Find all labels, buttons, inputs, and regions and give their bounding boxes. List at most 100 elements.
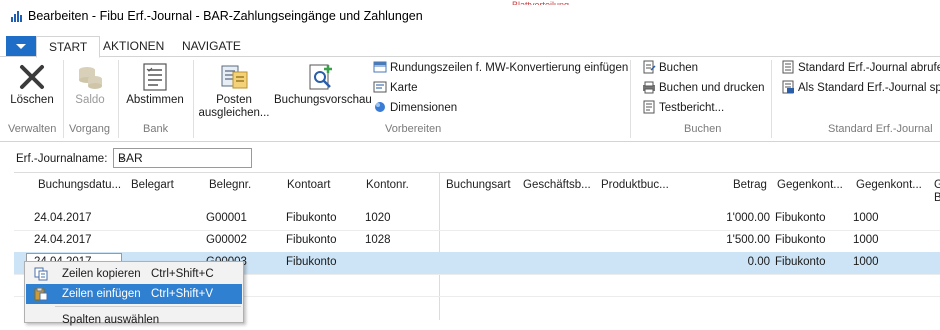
cell-kontonr[interactable]: 1020: [365, 212, 391, 224]
cell-gegenkontoart[interactable]: Fibukonto: [775, 234, 826, 246]
cell-belegnr[interactable]: G00001: [206, 212, 247, 224]
column-header-buchungsart[interactable]: Buchungsart: [446, 179, 511, 191]
tab-navigate[interactable]: NAVIGATE: [170, 36, 253, 56]
menu-item-spalten-auswaehlen[interactable]: Spalten auswählen: [26, 310, 242, 330]
buchen-und-drucken-button[interactable]: Buchen und drucken: [642, 79, 765, 97]
menu-item-label: Zeilen einfügen: [62, 288, 141, 300]
delete-x-icon: [20, 65, 44, 89]
app-icon: [10, 9, 24, 23]
column-header-belegnr[interactable]: Belegnr.: [209, 179, 251, 191]
menu-separator: [55, 306, 241, 307]
standard-journal-abrufen-button[interactable]: Standard Erf.-Journal abrufen: [781, 59, 940, 77]
column-header-geschaeftsbuchungsgruppe[interactable]: Geschäftsb...: [523, 179, 591, 191]
column-header-belegart[interactable]: Belegart: [131, 179, 174, 191]
reconcile-icon: [143, 63, 167, 91]
buchen-button[interactable]: Buchen: [642, 59, 698, 77]
abstimmen-button[interactable]: Abstimmen: [122, 62, 188, 107]
saldo-label: Saldo: [75, 94, 105, 106]
cell-betrag[interactable]: 1'000.00: [704, 212, 770, 224]
delete-label: Löschen: [10, 94, 54, 106]
dimensionen-label: Dimensionen: [390, 102, 458, 114]
als-standard-speichern-label: Als Standard Erf.-Journal speichern: [798, 82, 940, 94]
karte-label: Karte: [390, 82, 418, 94]
saldo-button[interactable]: Saldo: [66, 62, 114, 107]
buchungsvorschau-button[interactable]: Buchungsvorschau: [274, 62, 372, 107]
delete-button[interactable]: Löschen: [6, 62, 58, 107]
column-header-gegenkontoart[interactable]: Gegenkont...: [777, 179, 843, 191]
column-header-produktbuchungsgruppe[interactable]: Produktbuc...: [601, 179, 669, 191]
table-row[interactable]: 24.04.2017 G00002 Fibukonto 1028 1'500.0…: [14, 230, 940, 252]
karte-button[interactable]: Karte: [373, 79, 418, 97]
menu-item-shortcut: Ctrl+Shift+V: [151, 288, 213, 300]
title-bar: Bearbeiten - Fibu Erf.-Journal - BAR-Zah…: [0, 0, 940, 36]
group-separator: [118, 60, 119, 138]
post-icon: [643, 60, 656, 74]
group-label-vorbereiten: Vorbereiten: [385, 123, 442, 135]
rundungszeilen-einfuegen-button[interactable]: Rundungszeilen f. MW-Konvertierung einfü…: [373, 59, 628, 77]
column-header-kontoart[interactable]: Kontoart: [287, 179, 330, 191]
cell-betrag[interactable]: 1'500.00: [704, 234, 770, 246]
group-separator: [771, 60, 772, 138]
cell-gegenkontoart[interactable]: Fibukonto: [775, 212, 826, 224]
menu-item-zeilen-kopieren[interactable]: Zeilen kopieren Ctrl+Shift+C: [26, 264, 242, 284]
menu-item-label: Zeilen kopieren: [62, 268, 141, 280]
column-header-truncated[interactable]: G: [934, 179, 940, 191]
cell-gegenkontonr[interactable]: 1000: [853, 212, 879, 224]
column-header-kontonr[interactable]: Kontonr.: [366, 179, 409, 191]
cell-kontoart[interactable]: Fibukonto: [286, 212, 337, 224]
cell-belegnr[interactable]: G00002: [206, 234, 247, 246]
group-label-buchen: Buchen: [684, 123, 722, 135]
table-row[interactable]: 24.04.2017 G00001 Fibukonto 1020 1'000.0…: [14, 208, 940, 230]
menu-item-label: Spalten auswählen: [62, 314, 160, 326]
cell-buchungsdatum[interactable]: 24.04.2017: [34, 234, 92, 246]
group-separator: [193, 60, 194, 138]
context-menu: Zeilen kopieren Ctrl+Shift+C Zeilen einf…: [24, 261, 244, 326]
tab-aktionen[interactable]: AKTIONEN: [91, 36, 176, 56]
group-separator: [630, 60, 631, 138]
file-menu-button[interactable]: [6, 36, 36, 58]
background-tab-hint: Blattverteilung: [512, 0, 570, 5]
testbericht-button[interactable]: Testbericht...: [642, 99, 724, 117]
cell-kontoart[interactable]: Fibukonto: [286, 256, 337, 268]
cell-kontonr[interactable]: 1028: [365, 234, 391, 246]
group-separator: [63, 60, 64, 138]
coins-icon: [79, 67, 102, 89]
cell-betrag[interactable]: 0.00: [704, 256, 770, 268]
paste-rows-icon: [34, 287, 48, 301]
copy-rows-icon: [34, 267, 48, 281]
cell-gegenkontonr[interactable]: 1000: [853, 234, 879, 246]
buchen-und-drucken-label: Buchen und drucken: [659, 82, 765, 94]
buchungsvorschau-label: Buchungsvorschau: [274, 94, 372, 106]
column-header-gegenkontonr[interactable]: Gegenkont...: [856, 179, 922, 191]
cell-gegenkontonr[interactable]: 1000: [853, 256, 879, 268]
test-report-icon: [643, 100, 655, 114]
column-header-buchungsdatum[interactable]: Buchungsdatu...: [38, 179, 121, 191]
group-label-verwalten: Verwalten: [8, 123, 57, 135]
cell-buchungsdatum[interactable]: 24.04.2017: [34, 212, 92, 224]
cell-gegenkontoart[interactable]: Fibukonto: [775, 256, 826, 268]
menu-item-shortcut: Ctrl+Shift+C: [151, 268, 214, 280]
dimensions-icon: [375, 102, 385, 112]
tab-start[interactable]: START: [36, 36, 101, 58]
dimensionen-button[interactable]: Dimensionen: [373, 99, 457, 117]
abstimmen-label: Abstimmen: [126, 94, 184, 106]
insert-rows-icon: [373, 61, 387, 73]
journal-name-select[interactable]: BAR ⌄: [113, 148, 252, 168]
standard-journal-abrufen-label: Standard Erf.-Journal abrufen: [798, 62, 940, 74]
als-standard-speichern-button[interactable]: Als Standard Erf.-Journal speichern: [781, 79, 940, 97]
preview-posting-icon: [309, 64, 332, 90]
group-label-vorgang: Vorgang: [69, 123, 110, 135]
column-header-betrag[interactable]: Betrag: [733, 179, 767, 191]
journal-name-label: Erf.-Journalname:: [16, 153, 108, 165]
cell-kontoart[interactable]: Fibukonto: [286, 234, 337, 246]
save-standard-journal-icon: [782, 80, 794, 94]
column-header-truncated[interactable]: B: [934, 192, 940, 204]
posten-label-line2: ausgleichen...: [198, 107, 270, 119]
chevron-down-icon: ⌄: [118, 152, 127, 163]
menu-item-zeilen-einfuegen[interactable]: Zeilen einfügen Ctrl+Shift+V: [26, 284, 242, 304]
testbericht-label: Testbericht...: [659, 102, 725, 114]
card-icon: [373, 81, 387, 93]
posten-ausgleichen-button[interactable]: Posten ausgleichen...: [196, 62, 272, 120]
buchen-label: Buchen: [659, 62, 699, 74]
apply-entries-icon: [221, 65, 248, 89]
